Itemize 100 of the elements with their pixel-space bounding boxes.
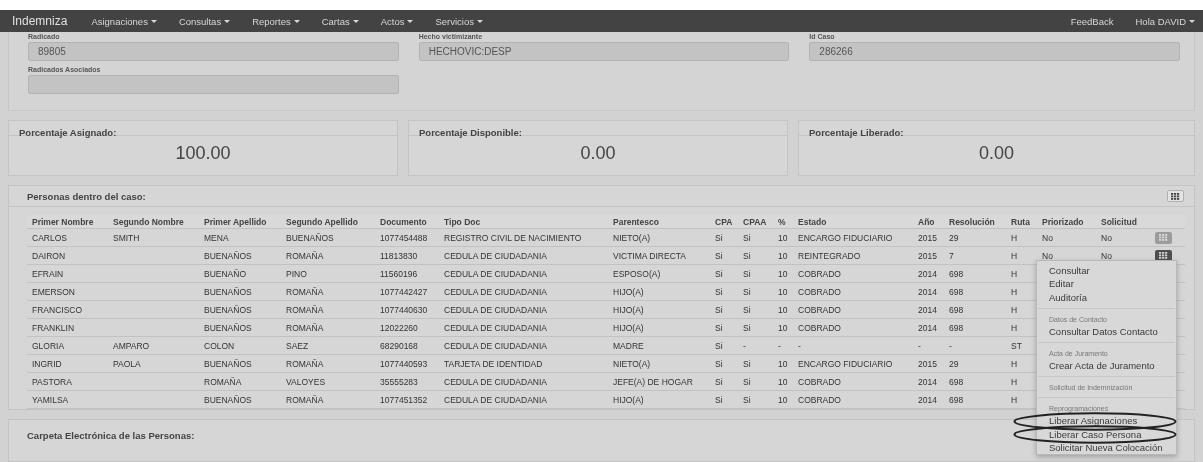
- table-cell: Si: [715, 268, 723, 279]
- table-cell: ENCARGO FIDUCIARIO: [798, 358, 893, 369]
- table-cell: ENCARGO FIDUCIARIO: [798, 232, 893, 243]
- column-header[interactable]: Segundo Apellido: [281, 215, 375, 229]
- stat-value: 0.00: [978, 143, 1014, 164]
- text-field[interactable]: 89805: [28, 42, 399, 61]
- table-cell: COLON: [204, 340, 235, 351]
- column-header[interactable]: Priorizado: [1037, 215, 1096, 229]
- column-header[interactable]: Segundo Nombre: [108, 215, 199, 229]
- table-cell: 2014: [918, 376, 937, 387]
- table-cell: PASTORA: [32, 376, 72, 387]
- nav-menu-link[interactable]: Reportes: [252, 15, 300, 27]
- text-field[interactable]: [28, 75, 399, 94]
- menu-item[interactable]: Consultar Datos Contacto: [1037, 324, 1176, 339]
- menu-item[interactable]: Auditoría: [1037, 290, 1176, 304]
- column-header[interactable]: Tipo Doc: [439, 215, 608, 229]
- table-cell: REGISTRO CIVIL DE NACIMIENTO: [444, 232, 582, 243]
- menu-item[interactable]: Editar: [1037, 277, 1176, 291]
- table-cell: 2014: [918, 286, 937, 297]
- column-header[interactable]: Estado: [793, 215, 913, 229]
- table-cell: 10: [778, 322, 788, 333]
- table-cell: 10: [778, 268, 788, 279]
- columns-button[interactable]: [1167, 190, 1184, 202]
- menu-item[interactable]: Liberar Caso Persona: [1037, 427, 1176, 442]
- menu-item[interactable]: Solicitar Nueva Colocación: [1037, 441, 1176, 455]
- table-cell: CARLOS: [32, 232, 67, 243]
- nav-menu-link[interactable]: Consultas: [178, 15, 231, 27]
- table-cell: VICTIMA DIRECTA: [613, 250, 687, 261]
- text-field[interactable]: 286266: [809, 42, 1180, 61]
- table-cell: ROMAÑA: [204, 376, 242, 387]
- column-header[interactable]: Primer Apellido: [199, 215, 281, 229]
- column-header[interactable]: Año: [913, 215, 944, 229]
- table-cell: CEDULA DE CIUDADANIA: [444, 250, 547, 261]
- column-header[interactable]: Resolución: [944, 215, 1006, 229]
- table-cell: H: [1011, 376, 1018, 387]
- brand-logo-text[interactable]: Indemniza: [8, 14, 72, 28]
- table-cell: SAEZ: [286, 340, 309, 351]
- column-header[interactable]: Primer Nombre: [27, 215, 108, 229]
- table-cell: 68290168: [380, 340, 418, 351]
- table-cell: -: [949, 340, 952, 351]
- table-cell: COBRADO: [798, 322, 841, 333]
- table-cell: GLORIA: [32, 340, 65, 351]
- table-cell: 35555283: [380, 376, 418, 387]
- table-cell: 698: [949, 268, 964, 279]
- menu-item[interactable]: Liberar Asignaciones: [1037, 414, 1176, 428]
- table-cell: -: [798, 340, 801, 351]
- table-cell: CEDULA DE CIUDADANIA: [444, 394, 547, 405]
- table-cell: COBRADO: [798, 394, 841, 405]
- table-cell: 2014: [918, 394, 937, 405]
- table-cell: 2015: [918, 358, 937, 369]
- table-cell: CEDULA DE CIUDADANIA: [444, 286, 547, 297]
- table-cell: FRANKLIN: [32, 322, 75, 333]
- table-cell: BUENAÑOS: [204, 322, 252, 333]
- table-cell: H: [1011, 232, 1018, 243]
- table-cell: CEDULA DE CIUDADANIA: [444, 340, 547, 351]
- table-cell: -: [778, 340, 781, 351]
- nav-menu-link[interactable]: Cartas: [321, 15, 359, 27]
- table-cell: BUENAÑOS: [204, 394, 252, 405]
- table-cell: H: [1011, 268, 1018, 279]
- table-cell: 7: [949, 250, 954, 261]
- table-cell: 29: [949, 358, 959, 369]
- table-cell: No: [1042, 232, 1053, 243]
- table-cell: 698: [949, 394, 964, 405]
- nav-link[interactable]: Hola DAVID: [1135, 15, 1195, 27]
- column-header[interactable]: Solicitud: [1096, 215, 1150, 229]
- table-cell: ROMAÑA: [286, 250, 324, 261]
- nav-menu-link[interactable]: Actos: [380, 15, 414, 27]
- table-cell: HIJO(A): [613, 304, 644, 315]
- nav-menu-link[interactable]: Servicios: [435, 15, 483, 27]
- table-cell: Si: [715, 322, 723, 333]
- table-cell: Si: [743, 358, 751, 369]
- menu-item[interactable]: Consultar: [1037, 264, 1176, 278]
- table-cell: MENA: [204, 232, 229, 243]
- table-cell: Si: [715, 358, 723, 369]
- table-cell: Si: [715, 394, 723, 405]
- table-cell: COBRADO: [798, 268, 841, 279]
- table-cell: ROMAÑA: [286, 322, 324, 333]
- nav-menu-link[interactable]: Asignaciones: [91, 15, 157, 27]
- table-cell: No: [1042, 250, 1053, 261]
- table-cell: FRANCISCO: [32, 304, 83, 315]
- table-cell: 2015: [918, 250, 937, 261]
- table-cell: COBRADO: [798, 304, 841, 315]
- nav-link[interactable]: FeedBack: [1070, 15, 1114, 27]
- table-cell: 698: [949, 322, 964, 333]
- table-cell: 698: [949, 376, 964, 387]
- table-cell: TARJETA DE IDENTIDAD: [444, 358, 543, 369]
- table-cell: ROMAÑA: [286, 358, 324, 369]
- menu-item[interactable]: Crear Acta de Juramento: [1037, 359, 1176, 373]
- table-cell: JEFE(A) DE HOGAR: [613, 376, 693, 387]
- row-menu-button[interactable]: [1155, 249, 1172, 262]
- table-cell: NIETO(A): [613, 358, 651, 369]
- table-cell: YAMILSA: [32, 394, 69, 405]
- table-cell: CEDULA DE CIUDADANIA: [444, 322, 547, 333]
- table-cell: Si: [715, 232, 723, 243]
- table-cell: 2015: [918, 232, 937, 243]
- table-cell: Si: [743, 376, 751, 387]
- panel-title: Carpeta Electrónica de las Personas:: [27, 430, 195, 441]
- table-cell: 10: [778, 232, 788, 243]
- table-cell: 698: [949, 304, 964, 315]
- text-field[interactable]: HECHOVIC:DESP: [418, 42, 790, 61]
